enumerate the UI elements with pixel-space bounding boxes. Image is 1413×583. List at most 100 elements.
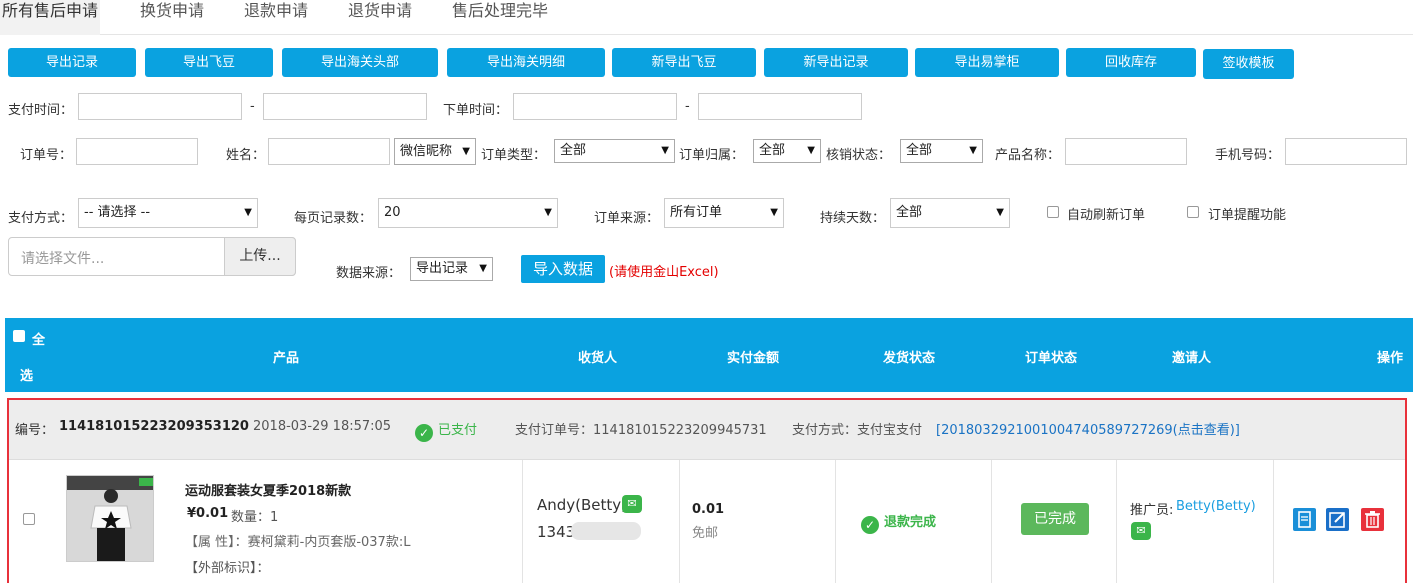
select-all-checkbox[interactable] xyxy=(13,330,25,342)
pay-time-start-input[interactable] xyxy=(78,93,242,120)
ship-status: ✓ 退款完成 xyxy=(861,511,936,534)
chevron-down-icon: ▼ xyxy=(969,145,977,156)
tab-all-aftersale[interactable]: 所有售后申请 xyxy=(0,0,101,35)
tab-completed[interactable]: 售后处理完毕 xyxy=(452,0,548,35)
phone-input[interactable] xyxy=(1285,138,1407,165)
auto-refresh-checkbox[interactable] xyxy=(1047,206,1059,218)
data-source-value: 导出记录 xyxy=(416,261,469,276)
table-header: 全 选 产品 收货人 实付金额 发货状态 订单状态 邀请人 操作 xyxy=(5,318,1413,392)
pay-time-end-input[interactable] xyxy=(263,93,427,120)
new-export-feidou-button[interactable]: 新导出飞豆 xyxy=(612,48,756,77)
upload-button[interactable]: 上传... xyxy=(224,237,296,276)
trash-icon[interactable] xyxy=(1361,508,1384,531)
masked-phone xyxy=(571,522,641,540)
order-status-button[interactable]: 已完成 xyxy=(1021,503,1089,535)
data-source-label: 数据来源： xyxy=(336,266,402,281)
col-product: 产品 xyxy=(273,351,300,366)
per-page-select[interactable]: 20 ▼ xyxy=(378,198,558,228)
verify-status-label: 核销状态： xyxy=(826,148,892,163)
export-feidou-button[interactable]: 导出飞豆 xyxy=(145,48,273,77)
chevron-down-icon: ▼ xyxy=(770,207,778,218)
product-price: ¥0.01 xyxy=(187,506,229,521)
chevron-down-icon: ▼ xyxy=(807,145,815,156)
order-block: 编号： 114181015223209353120 2018-03-29 18:… xyxy=(7,398,1407,583)
tab-refund[interactable]: 退款申请 xyxy=(244,0,308,35)
export-customs-head-button[interactable]: 导出海关头部 xyxy=(282,48,438,77)
select-all-label-1: 全 xyxy=(32,333,46,348)
order-header: 编号： 114181015223209353120 2018-03-29 18:… xyxy=(9,400,1405,460)
order-no-label: 编号： xyxy=(15,423,55,438)
product-image[interactable] xyxy=(66,475,154,562)
recycle-stock-button[interactable]: 回收库存 xyxy=(1066,48,1196,77)
phone-label: 手机号码： xyxy=(1215,148,1281,163)
verify-status-select[interactable]: 全部 ▼ xyxy=(900,139,983,163)
export-yizhanggui-button[interactable]: 导出易掌柜 xyxy=(915,48,1059,77)
order-owner-select[interactable]: 全部 ▼ xyxy=(753,139,821,163)
order-time-start-input[interactable] xyxy=(513,93,677,120)
order-time-label: 下单时间： xyxy=(443,103,509,118)
file-input[interactable]: 请选择文件... xyxy=(21,248,104,268)
tab-return[interactable]: 退货申请 xyxy=(348,0,412,35)
chevron-down-icon: ▼ xyxy=(462,146,470,157)
name-type-value: 微信昵称 xyxy=(400,144,453,159)
order-time-end-input[interactable] xyxy=(698,93,862,120)
order-time-dash: - xyxy=(685,99,690,114)
product-name-input[interactable] xyxy=(1065,138,1187,165)
order-time: 2018-03-29 18:57:05 xyxy=(253,419,392,434)
order-source-select[interactable]: 所有订单 ▼ xyxy=(664,198,784,228)
wechat-icon: ✉ xyxy=(622,495,642,513)
import-data-button[interactable]: 导入数据 xyxy=(521,255,605,283)
chevron-down-icon: ▼ xyxy=(661,145,669,156)
duration-select[interactable]: 全部 ▼ xyxy=(890,198,1010,228)
pay-time-dash: - xyxy=(250,99,255,114)
name-input[interactable] xyxy=(268,138,390,165)
product-ext: 【外部标识】： xyxy=(185,561,270,576)
tab-bar: 所有售后申请 换货申请 退款申请 退货申请 售后处理完毕 xyxy=(0,0,1413,35)
order-no-input[interactable] xyxy=(76,138,198,165)
wechat-icon: ✉ xyxy=(1131,522,1151,540)
receiver-name: Andy(Betty) xyxy=(537,496,628,514)
export-customs-detail-button[interactable]: 导出海关明细 xyxy=(447,48,605,77)
file-upload-group: 请选择文件... 上传... xyxy=(8,237,296,276)
tab-exchange[interactable]: 换货申请 xyxy=(140,0,204,35)
pay-method-value: -- 请选择 -- xyxy=(84,205,151,220)
col-amount: 实付金额 xyxy=(727,351,780,366)
order-remind-label: 订单提醒功能 xyxy=(1208,208,1287,223)
row-checkbox[interactable] xyxy=(23,513,35,525)
sign-template-button[interactable]: 签收模板 xyxy=(1203,49,1294,79)
order-source-value: 所有订单 xyxy=(670,205,723,220)
order-owner-value: 全部 xyxy=(759,143,786,158)
verify-status-value: 全部 xyxy=(906,143,933,158)
edit-note-icon[interactable] xyxy=(1293,508,1316,531)
order-remind-checkbox[interactable] xyxy=(1187,206,1199,218)
chevron-down-icon: ▼ xyxy=(479,263,487,274)
paid-status: ✓ 已支付 xyxy=(415,419,477,442)
product-name-label: 产品名称： xyxy=(995,148,1061,163)
product-title[interactable]: 运动服套装女夏季2018新款 xyxy=(185,480,351,499)
check-circle-icon: ✓ xyxy=(415,424,433,442)
order-no: 114181015223209353120 xyxy=(59,419,249,434)
edit-icon[interactable] xyxy=(1326,508,1349,531)
divider xyxy=(1116,460,1117,583)
select-all-label-2: 选 xyxy=(20,369,34,384)
col-receiver: 收货人 xyxy=(578,351,618,366)
order-type-value: 全部 xyxy=(560,143,587,158)
pay-order-no: 支付订单号：114181015223209945731 xyxy=(515,423,767,438)
pay-method-select[interactable]: -- 请选择 -- ▼ xyxy=(78,198,258,228)
product-attr: 【属 性】：赛柯黛莉-内页套版-037款:L xyxy=(185,535,411,550)
promoter-link[interactable]: Betty(Betty) xyxy=(1176,499,1256,514)
pay-transaction-link[interactable]: [2018032921001004740589727269(点击查看)] xyxy=(936,419,1240,438)
divider xyxy=(522,460,523,583)
divider xyxy=(1273,460,1274,583)
name-type-select[interactable]: 微信昵称 ▼ xyxy=(394,138,476,165)
order-type-label: 订单类型： xyxy=(481,148,547,163)
col-order-status: 订单状态 xyxy=(1025,351,1078,366)
divider xyxy=(679,460,680,583)
chevron-down-icon: ▼ xyxy=(544,207,552,218)
auto-refresh-label: 自动刷新订单 xyxy=(1067,208,1146,223)
new-export-records-button[interactable]: 新导出记录 xyxy=(764,48,908,77)
data-source-select[interactable]: 导出记录 ▼ xyxy=(410,257,493,281)
order-type-select[interactable]: 全部 ▼ xyxy=(554,139,675,163)
pay-method: 支付方式：支付宝支付 xyxy=(792,423,923,438)
export-records-button[interactable]: 导出记录 xyxy=(8,48,136,77)
